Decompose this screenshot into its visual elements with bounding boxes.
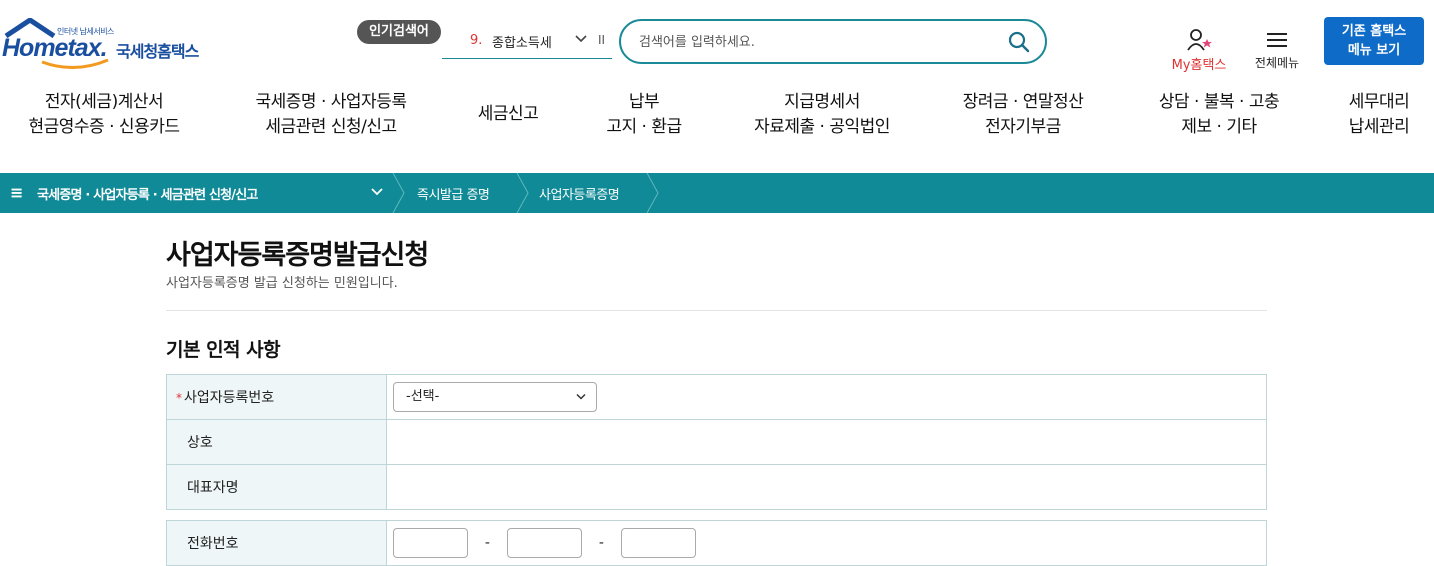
breadcrumb-menu-icon[interactable]: ≡ (10, 183, 23, 202)
gnb-line2: 세금관련 신청/신고 (265, 117, 397, 137)
hometax-logo[interactable]: 인터넷 납세서비스 Hometax. 국세청홈택스 (0, 16, 215, 72)
gnb-line2: 납세관리 (1348, 117, 1410, 137)
basic-info-table: * 사업자등록번호 -선택- 상호 대표자명 (166, 374, 1267, 510)
gnb-line1: 장려금 · 연말정산 (962, 92, 1084, 112)
table-row: 전화번호 - - (166, 520, 1267, 566)
company-value-cell (386, 419, 1267, 465)
divider (166, 310, 1267, 311)
phone-dash: - (484, 535, 490, 551)
search-box[interactable] (619, 19, 1047, 64)
popular-search-ticker[interactable]: 9. 종합소득세 II (442, 28, 612, 59)
page-title: 사업자등록증명발급신청 (166, 240, 429, 271)
gnb-line1: 국세증명 · 사업자등록 (255, 92, 407, 112)
bizno-label: 사업자등록번호 (184, 390, 275, 406)
phone-input-2[interactable] (506, 528, 582, 558)
top-header: 인터넷 납세서비스 Hometax. 국세청홈택스 인기검색어 9. 종합소득세… (0, 0, 1434, 80)
gnb-line2: 고지 · 환급 (606, 117, 682, 137)
required-mark: * (176, 391, 182, 405)
gnb-line1: 지급명세서 (784, 92, 860, 112)
breadcrumb-level2[interactable]: 즉시발급 증명 (417, 184, 490, 203)
ceo-value-cell (386, 464, 1267, 510)
chevron-down-icon (576, 393, 586, 400)
popular-search-badge: 인기검색어 (357, 20, 441, 44)
page-description: 사업자등록증명 발급 신청하는 민원입니다. (166, 276, 398, 291)
gnb-line1: 세금신고 (477, 104, 539, 124)
table-row: 상호 (166, 419, 1267, 465)
gnb-item-e-invoice[interactable]: 전자(세금)계산서 현금영수증 · 신용카드 (20, 90, 188, 140)
gnb-item-counsel[interactable]: 상담 · 불복 · 고충 제보 · 기타 (1148, 90, 1290, 140)
breadcrumb-separator-icon (516, 173, 529, 213)
gnb-item-payment[interactable]: 납부 고지 · 환급 (600, 90, 688, 140)
gnb-line1: 상담 · 불복 · 고충 (1158, 92, 1280, 112)
breadcrumb-level3[interactable]: 사업자등록증명 (539, 184, 620, 203)
bizno-select-value: -선택- (406, 389, 440, 404)
logo-korean: 국세청홈택스 (116, 42, 199, 61)
bizno-label-cell: * 사업자등록번호 (166, 374, 387, 420)
logo-swoosh-icon (41, 58, 109, 70)
pause-button[interactable]: II (598, 33, 605, 47)
gnb-line1: 전자(세금)계산서 (44, 92, 164, 112)
gnb-item-payment-statement[interactable]: 지급명세서 자료제출 · 공익법인 (745, 90, 899, 140)
main-navigation: 전자(세금)계산서 현금영수증 · 신용카드 국세증명 · 사업자등록 세금관련… (0, 84, 1434, 152)
ceo-label-cell: 대표자명 (166, 464, 387, 510)
contact-info-table: 전화번호 - - (166, 520, 1267, 566)
chevron-down-icon[interactable] (574, 34, 588, 44)
phone-input-1[interactable] (393, 528, 468, 558)
phone-value-cell: - - (386, 520, 1267, 566)
search-input[interactable] (639, 30, 999, 54)
search-icon[interactable] (1008, 31, 1030, 53)
section-title: 기본 인적 사항 (166, 339, 281, 361)
gnb-line1: 납부 (628, 92, 660, 112)
my-hometax-button[interactable]: My홈택스 (1166, 28, 1232, 73)
gnb-line2: 자료제출 · 공익법인 (754, 117, 890, 137)
gnb-line2: 현금영수증 · 신용카드 (28, 117, 180, 137)
gnb-item-incentive[interactable]: 장려금 · 연말정산 전자기부금 (952, 90, 1094, 140)
breadcrumb-level1[interactable]: 국세증명 · 사업자등록 · 세금관련 신청/신고 (37, 184, 258, 203)
gnb-item-certificate[interactable]: 국세증명 · 사업자등록 세금관련 신청/신고 (246, 90, 416, 140)
bizno-select[interactable]: -선택- (393, 382, 597, 412)
gnb-item-agent[interactable]: 세무대리 납세관리 (1340, 90, 1418, 140)
breadcrumb: ≡ 국세증명 · 사업자등록 · 세금관련 신청/신고 즉시발급 증명 사업자등… (0, 173, 1434, 213)
chevron-down-icon[interactable] (370, 187, 384, 197)
phone-label: 전화번호 (187, 536, 239, 552)
gnb-line1: 세무대리 (1348, 92, 1410, 112)
phone-dash: - (598, 535, 604, 551)
gnb-line2: 전자기부금 (985, 117, 1061, 137)
table-row: * 사업자등록번호 -선택- (166, 374, 1267, 420)
gnb-line2: 제보 · 기타 (1181, 117, 1257, 137)
user-icon (1187, 29, 1212, 51)
company-label-cell: 상호 (166, 419, 387, 465)
old-menu-button[interactable]: 기존 홈택스 메뉴 보기 (1324, 17, 1424, 65)
all-menu-label: 전체메뉴 (1254, 56, 1300, 70)
phone-label-cell: 전화번호 (166, 520, 387, 566)
hamburger-menu-icon (1267, 33, 1287, 47)
my-hometax-label: My홈택스 (1171, 58, 1227, 73)
bizno-value-cell: -선택- (386, 374, 1267, 420)
gnb-item-tax-report[interactable]: 세금신고 (470, 102, 546, 127)
old-menu-line1: 기존 홈택스 (1341, 24, 1407, 39)
phone-input-3[interactable] (620, 528, 696, 558)
popular-keyword[interactable]: 종합소득세 (492, 32, 552, 51)
ceo-label: 대표자명 (187, 480, 239, 496)
popular-rank: 9. (470, 33, 483, 48)
old-menu-line2: 메뉴 보기 (1347, 43, 1401, 58)
company-label: 상호 (187, 435, 213, 451)
breadcrumb-separator-icon (646, 173, 659, 213)
all-menu-button[interactable]: 전체메뉴 (1246, 30, 1308, 74)
table-row: 대표자명 (166, 464, 1267, 510)
breadcrumb-separator-icon (392, 173, 405, 213)
